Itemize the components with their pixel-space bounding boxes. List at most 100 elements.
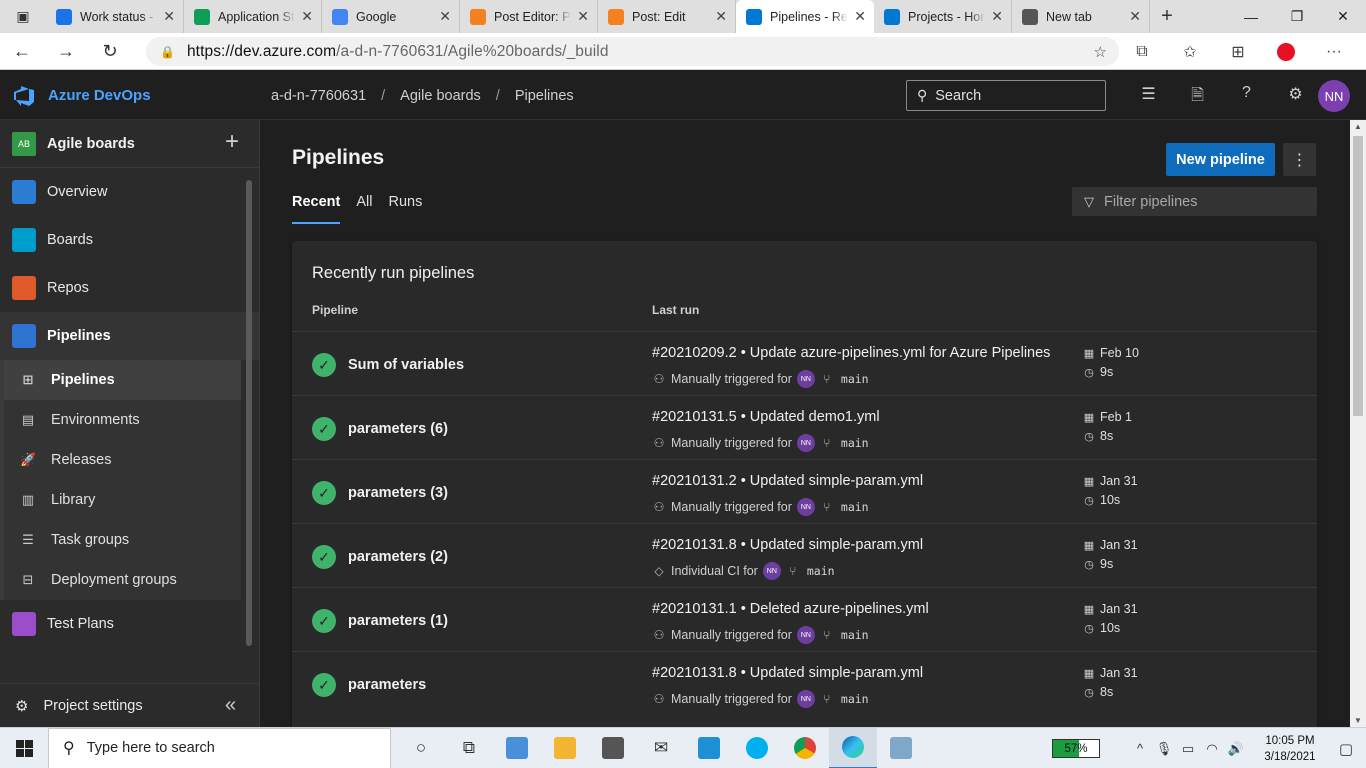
- table-row[interactable]: ✓ parameters (2) #20210131.8 • Updated sim…: [292, 523, 1317, 587]
- new-tab-button[interactable]: +: [1150, 0, 1184, 33]
- filter-pipelines-input[interactable]: ▽ Filter pipelines: [1072, 187, 1317, 216]
- page-scrollbar[interactable]: ▲ ▼: [1350, 120, 1366, 727]
- sidebar-subitem-pipelines[interactable]: ⊞ Pipelines: [4, 360, 241, 400]
- close-tab-icon[interactable]: ✕: [715, 8, 727, 25]
- taskbar-search-input[interactable]: ⚲ Type here to search: [48, 727, 391, 768]
- lock-icon[interactable]: 🔒: [160, 45, 175, 59]
- start-button[interactable]: [0, 728, 48, 768]
- sidebar-item-pipelines[interactable]: Pipelines: [0, 312, 259, 360]
- refresh-icon[interactable]: ↻: [88, 41, 132, 62]
- azure-devops-logo-icon[interactable]: [12, 84, 36, 108]
- table-row[interactable]: ✓ parameters (6) #20210131.5 • Updated dem…: [292, 395, 1317, 459]
- favorites-icon[interactable]: ✩: [1166, 42, 1214, 62]
- table-row[interactable]: ✓ parameters #20210131.8 • Updated simple-…: [292, 651, 1317, 715]
- battery-indicator[interactable]: 57%: [1052, 739, 1100, 758]
- close-tab-icon[interactable]: ✕: [439, 8, 451, 25]
- browser-tab[interactable]: Application St ✕: [184, 0, 322, 33]
- browser-tab[interactable]: Work status - ✕: [46, 0, 184, 33]
- scrollbar-thumb[interactable]: [1353, 136, 1363, 416]
- run-title-link[interactable]: #20210131.8 • Updated simple-param.yml: [652, 537, 923, 553]
- add-icon[interactable]: +: [225, 128, 239, 156]
- sidebar-subitem-environments[interactable]: ▤ Environments: [4, 400, 241, 440]
- run-title-link[interactable]: #20210131.8 • Updated simple-param.yml: [652, 665, 923, 681]
- url-field[interactable]: 🔒 https://dev.azure.com/a-d-n-7760631/Ag…: [146, 37, 1119, 66]
- breadcrumb-project[interactable]: Agile boards: [400, 88, 481, 104]
- task-view-icon[interactable]: ⧉: [445, 728, 493, 768]
- app-l-icon[interactable]: [685, 728, 733, 768]
- store-icon[interactable]: [589, 728, 637, 768]
- scroll-up-icon[interactable]: ▲: [1354, 122, 1362, 131]
- system-clock[interactable]: 10:05 PM 3/18/2021: [1254, 733, 1326, 765]
- pipeline-name-link[interactable]: parameters: [348, 677, 426, 693]
- file-explorer-icon[interactable]: [541, 728, 589, 768]
- mail-icon[interactable]: ✉: [637, 728, 685, 768]
- sidebar-subitem-task-groups[interactable]: ☰ Task groups: [4, 520, 241, 560]
- extensions-icon[interactable]: ⧉: [1118, 43, 1166, 61]
- sidebar-item-boards[interactable]: Boards: [0, 216, 259, 264]
- sidebar-item-repos[interactable]: Repos: [0, 264, 259, 312]
- table-row[interactable]: ✓ Sum of variables #20210209.2 • Update az…: [292, 331, 1317, 395]
- pipeline-name-link[interactable]: parameters (1): [348, 613, 448, 629]
- ado-brand[interactable]: Azure DevOps: [48, 87, 151, 104]
- marketplace-icon[interactable]: 🗎: [1173, 84, 1222, 111]
- sidebar-subitem-releases[interactable]: 🚀 Releases: [4, 440, 241, 480]
- app-notes-icon[interactable]: [877, 728, 925, 768]
- profile-icon[interactable]: [1277, 42, 1295, 61]
- run-title-link[interactable]: #20210131.1 • Deleted azure-pipelines.ym…: [652, 601, 929, 617]
- work-items-icon[interactable]: ☰: [1124, 84, 1173, 111]
- scroll-down-icon[interactable]: ▼: [1354, 716, 1362, 725]
- browser-tab[interactable]: Post: Edit ✕: [598, 0, 736, 33]
- close-tab-icon[interactable]: ✕: [991, 8, 1003, 25]
- settings-more-icon[interactable]: ···: [1310, 43, 1358, 61]
- tab-runs[interactable]: Runs: [388, 194, 422, 224]
- app-desktop-icon[interactable]: [493, 728, 541, 768]
- new-pipeline-button[interactable]: New pipeline: [1166, 143, 1275, 176]
- tab-actions-icon[interactable]: ▣: [0, 0, 46, 33]
- tab-recent[interactable]: Recent: [292, 194, 341, 224]
- close-tab-icon[interactable]: ✕: [163, 8, 175, 25]
- add-favorite-icon[interactable]: ☆: [1094, 43, 1107, 61]
- table-row[interactable]: ✓ parameters (1) #20210131.1 • Deleted azu…: [292, 587, 1317, 651]
- browser-tab[interactable]: Projects - Hor ✕: [874, 0, 1012, 33]
- close-tab-icon[interactable]: ✕: [854, 8, 866, 25]
- close-tab-icon[interactable]: ✕: [301, 8, 313, 25]
- sidebar-item-overview[interactable]: Overview: [0, 168, 259, 216]
- collections-icon[interactable]: ⊞: [1214, 42, 1262, 62]
- browser-tab[interactable]: Google ✕: [322, 0, 460, 33]
- more-actions-icon[interactable]: ⋮: [1283, 143, 1316, 176]
- user-settings-icon[interactable]: ⚙: [1271, 84, 1320, 111]
- run-title-link[interactable]: #20210131.2 • Updated simple-param.yml: [652, 473, 923, 489]
- close-window-icon[interactable]: ✕: [1320, 0, 1366, 33]
- breadcrumb-org[interactable]: a-d-n-7760631: [271, 88, 366, 104]
- collapse-sidebar-icon[interactable]: «: [225, 694, 236, 717]
- minimize-icon[interactable]: —: [1228, 0, 1274, 33]
- chrome-icon[interactable]: [781, 728, 829, 768]
- run-title-link[interactable]: #20210131.5 • Updated demo1.yml: [652, 409, 880, 425]
- tab-all[interactable]: All: [356, 194, 372, 224]
- browser-tab[interactable]: Pipelines - Re ✕: [736, 0, 874, 33]
- pipeline-name-link[interactable]: parameters (3): [348, 485, 448, 501]
- close-tab-icon[interactable]: ✕: [577, 8, 589, 25]
- sidebar-scrollbar[interactable]: [246, 180, 252, 646]
- notifications-icon[interactable]: ▢: [1326, 740, 1366, 758]
- back-icon[interactable]: ←: [0, 41, 44, 62]
- pipeline-name-link[interactable]: parameters (6): [348, 421, 448, 437]
- wifi-icon[interactable]: ◠: [1200, 741, 1224, 757]
- sidebar-item-test-plans[interactable]: Test Plans: [0, 600, 259, 648]
- table-row[interactable]: ✓ parameters (3) #20210131.2 • Updated sim…: [292, 459, 1317, 523]
- project-settings-link[interactable]: ⚙ Project settings «: [0, 683, 259, 727]
- ado-search-input[interactable]: ⚲ Search: [906, 80, 1106, 111]
- microphone-icon[interactable]: 🎙: [1152, 741, 1176, 757]
- browser-tab[interactable]: Post Editor: P ✕: [460, 0, 598, 33]
- chevron-up-icon[interactable]: ^: [1128, 741, 1152, 756]
- sidebar-subitem-library[interactable]: ▥ Library: [4, 480, 241, 520]
- battery-icon[interactable]: ▭: [1176, 741, 1200, 757]
- run-title-link[interactable]: #20210209.2 • Update azure-pipelines.yml…: [652, 345, 1050, 361]
- browser-tab[interactable]: New tab ✕: [1012, 0, 1150, 33]
- pipeline-name-link[interactable]: Sum of variables: [348, 357, 464, 373]
- pipeline-name-link[interactable]: parameters (2): [348, 549, 448, 565]
- close-tab-icon[interactable]: ✕: [1129, 8, 1141, 25]
- edge-icon[interactable]: [829, 727, 877, 768]
- forward-icon[interactable]: →: [44, 41, 88, 62]
- user-avatar[interactable]: NN: [1318, 80, 1350, 112]
